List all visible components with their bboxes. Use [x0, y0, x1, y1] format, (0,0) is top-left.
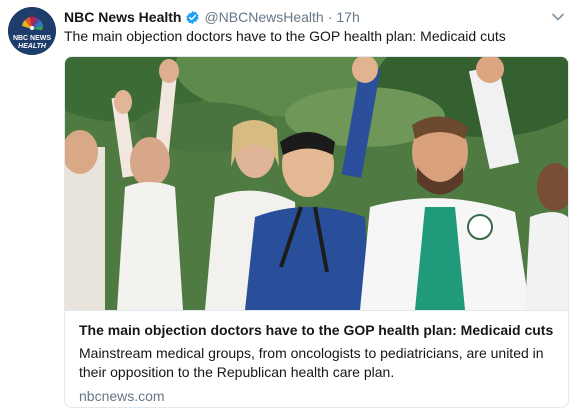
- author-name[interactable]: NBC News Health: [64, 9, 181, 25]
- verified-badge-icon: [186, 10, 200, 24]
- tweet-header: NBC News Health @NBCNewsHealth · 17h: [64, 8, 360, 26]
- card-body[interactable]: The main objection doctors have to the G…: [65, 310, 568, 407]
- tweet-text: The main objection doctors have to the G…: [64, 28, 506, 44]
- avatar-text-line2: HEALTH: [18, 43, 46, 50]
- chevron-down-icon[interactable]: [550, 10, 566, 24]
- doctors-rally-photo: [65, 57, 568, 310]
- link-card[interactable]: The main objection doctors have to the G…: [64, 56, 569, 408]
- card-domain: nbcnews.com: [79, 388, 165, 404]
- avatar-text-line1: NBC NEWS: [12, 35, 52, 42]
- card-description: Mainstream medical groups, from oncologi…: [79, 345, 544, 380]
- avatar[interactable]: NBC NEWS HEALTH: [8, 7, 56, 55]
- tweet-timestamp[interactable]: 17h: [336, 9, 359, 25]
- tweet[interactable]: NBC NEWS HEALTH NBC News Health @NBCNews…: [0, 0, 579, 410]
- header-separator: ·: [327, 9, 333, 25]
- card-title: The main objection doctors have to the G…: [79, 322, 554, 338]
- author-handle[interactable]: @NBCNewsHealth: [204, 9, 323, 25]
